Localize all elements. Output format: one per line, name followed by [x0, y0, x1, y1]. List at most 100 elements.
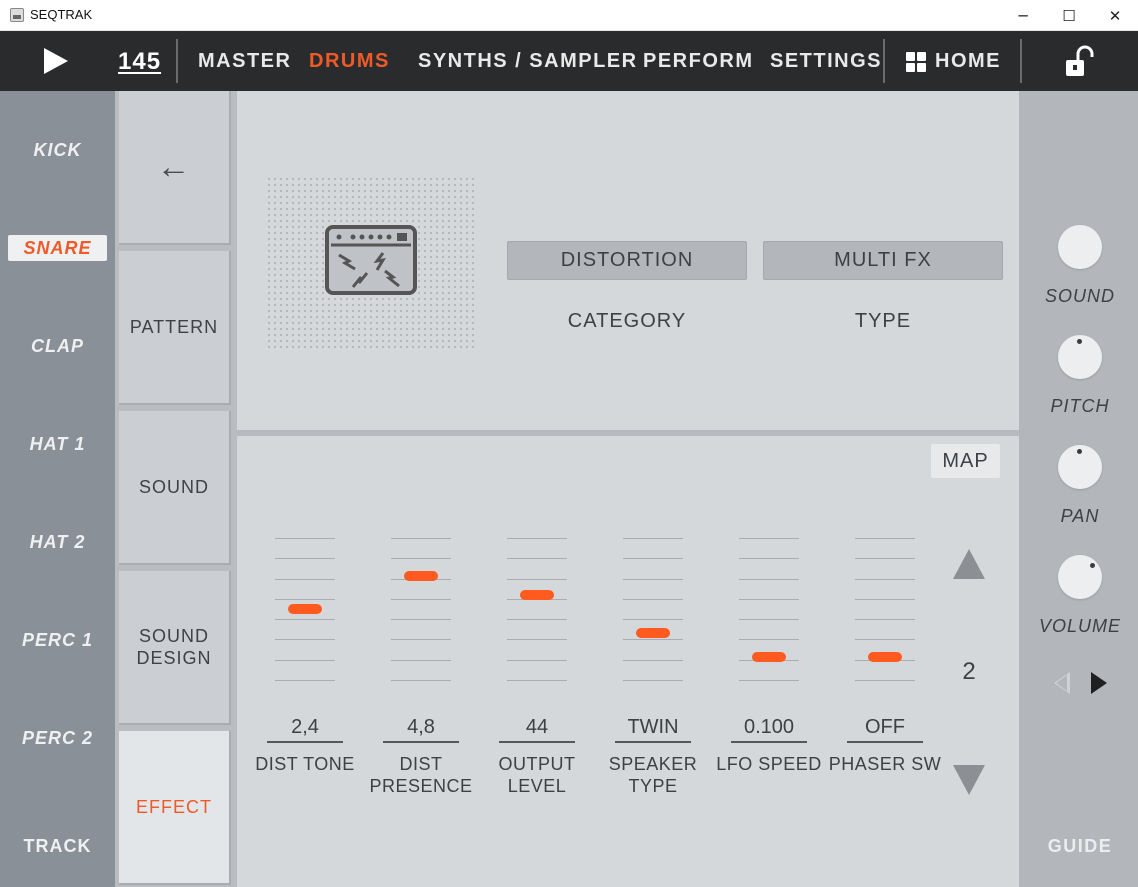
track-list: KICK SNARE CLAP HAT 1 HAT 2 PERC 1 PERC …	[0, 91, 115, 887]
toolbar-divider	[176, 39, 178, 83]
type-label: TYPE	[854, 310, 912, 332]
knob-label: PAN	[1060, 506, 1100, 526]
nav-drums[interactable]: DRUMS	[309, 50, 390, 73]
guide-button[interactable]: GUIDE	[1019, 836, 1138, 857]
track-perc-2[interactable]: PERC 2	[0, 728, 115, 749]
scale-tick	[623, 680, 683, 681]
track-clap[interactable]: CLAP	[0, 336, 115, 357]
knob-indicator	[1090, 563, 1095, 568]
scale-tick	[623, 639, 683, 641]
amp-distortion-icon	[325, 225, 417, 295]
toolbar-divider	[1020, 39, 1022, 83]
param-value: 0.100	[731, 716, 807, 743]
nav-synths-sampler[interactable]: SYNTHS / SAMPLER	[418, 50, 638, 73]
param-value: 2,4	[267, 716, 343, 743]
tab-sound[interactable]: SOUND	[119, 411, 231, 565]
scale-tick	[855, 680, 915, 681]
scale-tick	[623, 598, 683, 600]
param-slider[interactable]	[507, 538, 567, 681]
param-slider[interactable]	[623, 538, 683, 681]
next-icon[interactable]	[1091, 672, 1107, 694]
nav-perform[interactable]: PERFORM	[643, 50, 754, 73]
nav-master[interactable]: MASTER	[198, 50, 291, 73]
slider-thumb[interactable]	[520, 589, 554, 600]
track-footer-label: TRACK	[23, 836, 92, 856]
scale-tick	[855, 619, 915, 621]
param-value: OFF	[847, 716, 923, 743]
maximize-button[interactable]: ☐	[1046, 0, 1092, 31]
knob-indicator	[1077, 449, 1082, 454]
scale-tick	[739, 598, 799, 600]
scale-tick	[855, 558, 915, 560]
close-button[interactable]: ✕	[1092, 0, 1138, 31]
sound-knob[interactable]	[1058, 225, 1102, 269]
pan-knob[interactable]	[1058, 445, 1102, 489]
slider-thumb[interactable]	[288, 604, 322, 614]
map-button[interactable]: MAP	[931, 444, 1000, 478]
scale-tick	[739, 558, 799, 560]
knob-column: SOUND PITCH PAN VOLUME GUIDE	[1019, 91, 1138, 887]
param-slider[interactable]	[391, 538, 451, 681]
scale-tick	[391, 659, 451, 661]
page-down-icon[interactable]	[953, 765, 985, 795]
pitch-knob[interactable]	[1058, 335, 1102, 379]
tempo-display[interactable]: 145	[118, 48, 161, 76]
scale-tick	[507, 659, 567, 661]
track-kick[interactable]: KICK	[0, 140, 115, 161]
scale-tick	[391, 558, 451, 560]
scale-tick	[391, 619, 451, 621]
scale-tick	[623, 659, 683, 661]
tab-effect[interactable]: EFFECT	[119, 731, 231, 885]
scale-tick	[739, 538, 799, 539]
volume-knob[interactable]	[1058, 555, 1102, 599]
nav-home[interactable]: HOME	[935, 50, 1001, 73]
type-select[interactable]: MULTI FX	[763, 241, 1003, 280]
home-grid-icon[interactable]	[906, 52, 926, 72]
track-hat-2[interactable]: HAT 2	[0, 532, 115, 553]
page-tabs: ← PATTERN SOUND SOUND DESIGN EFFECT	[115, 91, 237, 887]
knob-indicator	[1077, 339, 1082, 344]
unlock-icon[interactable]	[1064, 45, 1096, 79]
minimize-button[interactable]: ─	[1000, 0, 1046, 31]
knob-label: VOLUME	[1038, 616, 1122, 636]
tab-pattern[interactable]: PATTERN	[119, 251, 231, 405]
effect-params-panel: MAP 2,4 DIST TONE 4,8 DIST PRESENCE 44 OU…	[237, 436, 1019, 887]
play-icon[interactable]	[44, 48, 68, 74]
toolbar-divider	[883, 39, 885, 83]
scale-tick	[275, 619, 335, 621]
prev-icon[interactable]	[1054, 672, 1070, 694]
scale-tick	[855, 578, 915, 580]
slider-thumb[interactable]	[636, 628, 670, 639]
track-perc-1[interactable]: PERC 1	[0, 630, 115, 651]
scale-tick	[739, 639, 799, 641]
effect-header-panel: DISTORTION CATEGORY MULTI FX TYPE	[237, 91, 1019, 430]
window-title: SEQTRAK	[30, 7, 93, 22]
window-titlebar: SEQTRAK ─ ☐ ✕	[0, 0, 1138, 31]
scale-tick	[275, 578, 335, 580]
scale-tick	[739, 578, 799, 580]
tab-sound-design[interactable]: SOUND DESIGN	[119, 571, 231, 725]
scale-tick	[275, 680, 335, 681]
slider-thumb[interactable]	[868, 652, 902, 663]
app-icon	[10, 8, 24, 22]
slider-thumb[interactable]	[752, 652, 786, 663]
app-toolbar: 145 MASTER DRUMS SYNTHS / SAMPLER PERFOR…	[0, 31, 1138, 91]
nav-settings[interactable]: SETTINGS	[770, 50, 882, 73]
scale-tick	[739, 619, 799, 621]
scale-tick	[391, 538, 451, 539]
page-up-icon[interactable]	[953, 549, 985, 579]
scale-tick	[855, 598, 915, 600]
param-value: TWIN	[615, 716, 691, 743]
scale-tick	[391, 639, 451, 641]
track-snare[interactable]: SNARE	[8, 235, 107, 261]
scale-tick	[391, 598, 451, 600]
scale-tick	[739, 680, 799, 681]
track-hat-1[interactable]: HAT 1	[0, 434, 115, 455]
scale-tick	[275, 558, 335, 560]
back-button[interactable]: ←	[119, 91, 231, 245]
category-select[interactable]: DISTORTION	[507, 241, 747, 280]
slider-thumb[interactable]	[404, 571, 438, 582]
scale-tick	[507, 680, 567, 681]
param-label: PHASER SW	[828, 754, 942, 774]
scale-tick	[855, 538, 915, 539]
